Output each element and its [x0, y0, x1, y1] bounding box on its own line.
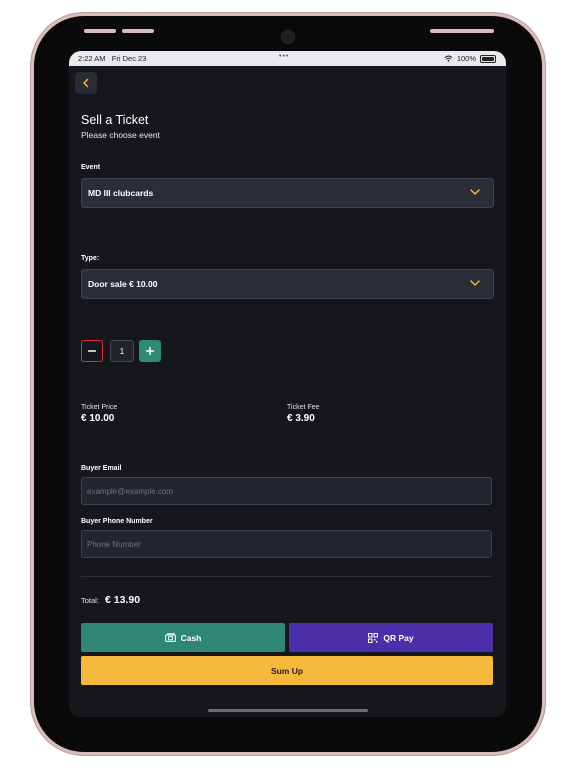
event-select[interactable]: MD III clubcards: [81, 178, 494, 208]
buyer-email-input[interactable]: [81, 477, 492, 505]
status-time: 2:22 AM Fri Dec 23: [78, 54, 147, 63]
buyer-phone-input[interactable]: [81, 530, 492, 558]
wifi-icon: [444, 55, 453, 62]
divider: [81, 576, 492, 577]
qr-code-icon: [368, 632, 379, 643]
qr-pay-button[interactable]: QR Pay: [289, 623, 493, 652]
multitasking-dots-icon[interactable]: •••: [279, 53, 289, 60]
buyer-phone-label: Buyer Phone Number: [81, 518, 153, 525]
back-button[interactable]: [75, 72, 97, 94]
sum-up-button[interactable]: Sum Up: [81, 656, 493, 685]
qr-pay-label: QR Pay: [383, 632, 414, 643]
cash-label: Cash: [180, 632, 202, 643]
quantity-field[interactable]: 1: [110, 340, 134, 362]
total-label: Total:: [81, 596, 99, 605]
volume-button: [84, 29, 116, 33]
buyer-email-label: Buyer Email: [81, 465, 122, 472]
page-title: Sell a Ticket: [81, 113, 149, 127]
ticket-price-label: Ticket Price: [81, 404, 118, 411]
decrease-quantity-button[interactable]: [81, 340, 103, 362]
home-indicator[interactable]: [208, 709, 368, 712]
ticket-price-value: € 10.00: [81, 413, 115, 424]
battery-percent: 100%: [456, 54, 476, 63]
status-bar: 2:22 AM Fri Dec 23 ••• 100%: [69, 51, 506, 66]
app-screen: 2:22 AM Fri Dec 23 ••• 100% Sell a Ticke…: [69, 51, 506, 717]
ticket-fee-label: Ticket Fee: [287, 404, 320, 411]
cash-button[interactable]: Cash: [81, 623, 285, 652]
volume-button: [122, 29, 154, 33]
total-value: € 13.90: [105, 594, 141, 606]
chevron-left-icon: [83, 78, 89, 88]
cash-icon: [164, 633, 176, 642]
power-button: [430, 29, 494, 33]
type-select[interactable]: Door sale € 10.00: [81, 269, 494, 299]
minus-icon: [87, 350, 97, 352]
page-subtitle: Please choose event: [81, 130, 160, 140]
ticket-fee-value: € 3.90: [287, 413, 315, 424]
type-selected-value: Door sale € 10.00: [88, 279, 158, 289]
plus-icon: [145, 346, 155, 356]
camera: [281, 30, 295, 44]
battery-icon: [480, 54, 496, 63]
chevron-down-icon: [470, 189, 480, 195]
event-selected-value: MD III clubcards: [88, 188, 154, 198]
sum-up-label: Sum Up: [270, 665, 304, 676]
type-label: Type:: [81, 255, 100, 262]
increase-quantity-button[interactable]: [139, 340, 161, 362]
status-right: 100%: [444, 54, 496, 63]
chevron-down-icon: [470, 280, 480, 286]
event-label: Event: [81, 164, 101, 171]
